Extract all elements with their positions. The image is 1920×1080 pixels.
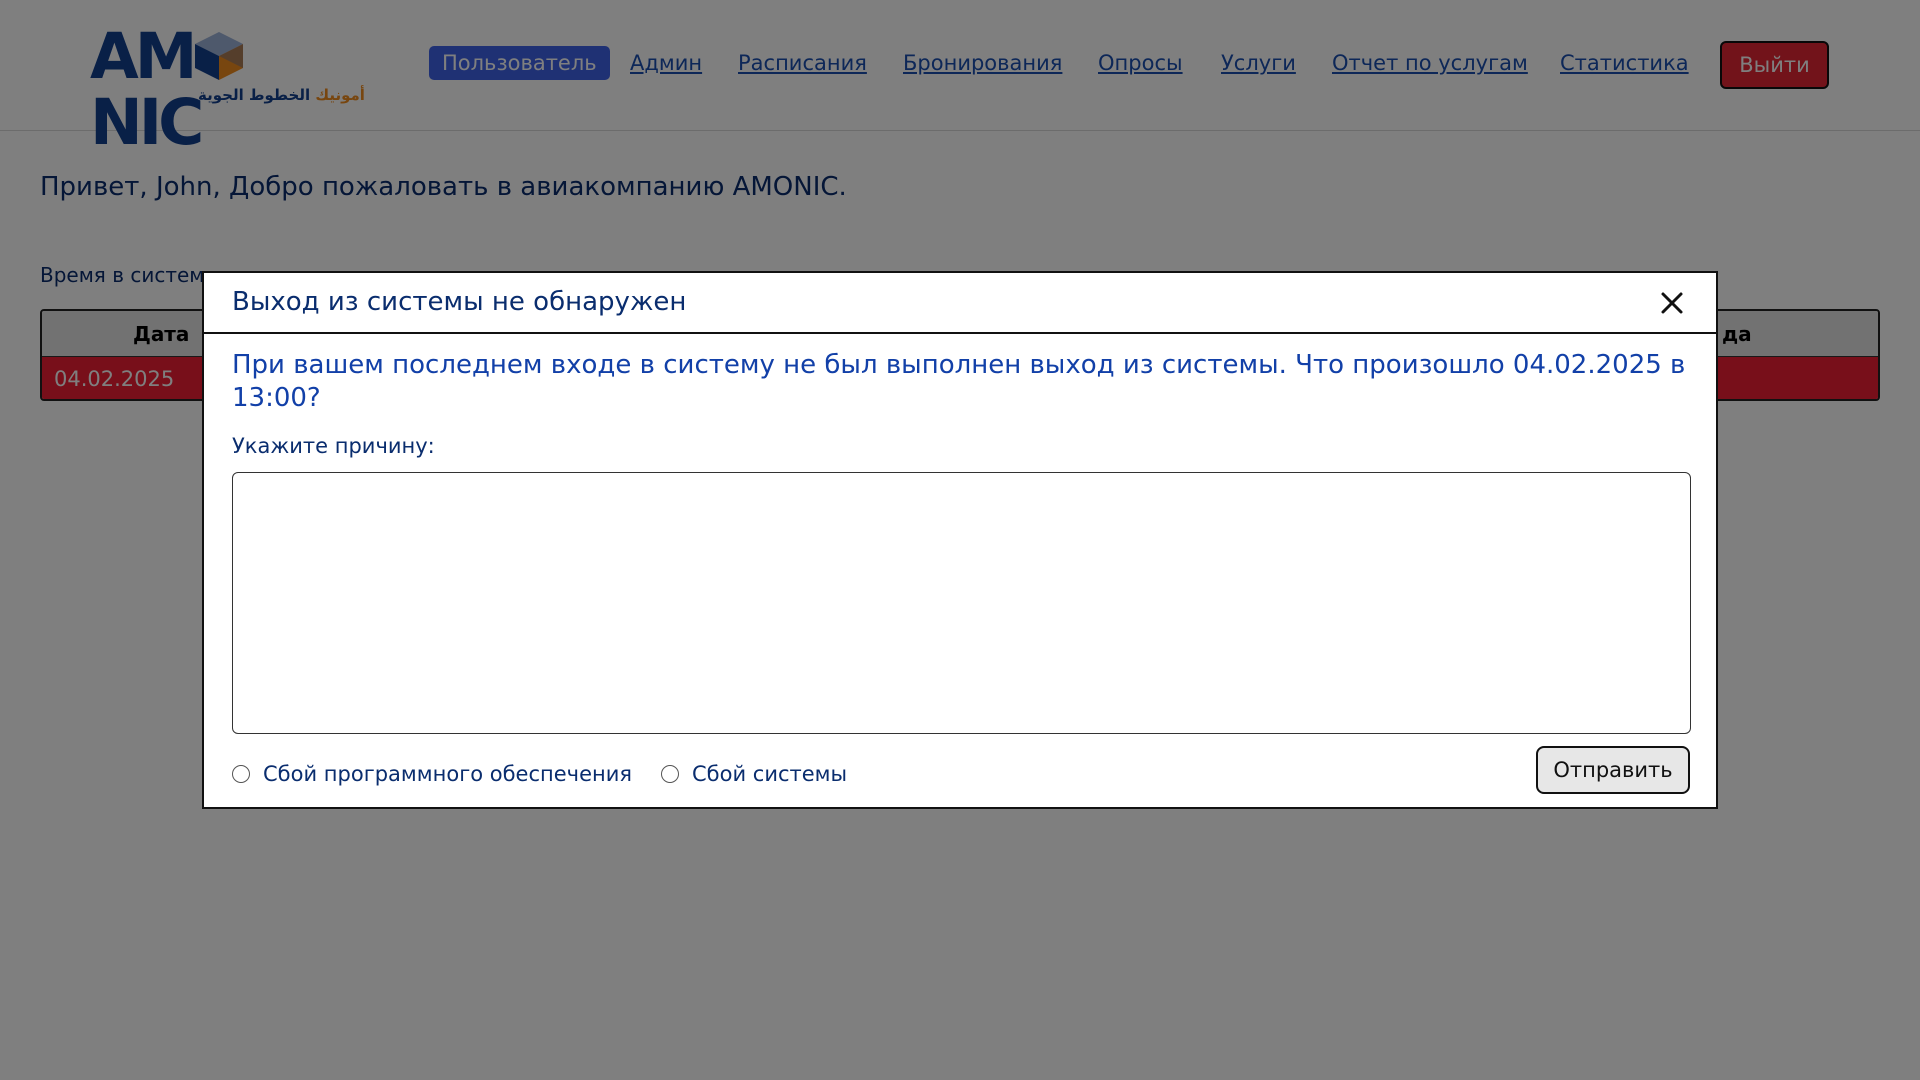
submit-button[interactable]: Отправить [1536, 746, 1690, 794]
modal-header: Выход из системы не обнаружен [204, 273, 1716, 334]
radio-label-software-failure: Сбой программного обеспечения [263, 762, 632, 786]
modal-title: Выход из системы не обнаружен [232, 287, 687, 317]
radio-software-failure[interactable] [232, 765, 250, 783]
close-icon[interactable] [1658, 289, 1686, 317]
option-software-failure[interactable]: Сбой программного обеспечения [232, 759, 632, 789]
logout-not-detected-dialog: Выход из системы не обнаружен При вашем … [202, 271, 1718, 809]
reason-textarea[interactable] [232, 472, 1691, 734]
radio-label-system-failure: Сбой системы [692, 762, 848, 786]
radio-system-failure[interactable] [661, 765, 679, 783]
option-system-failure[interactable]: Сбой системы [661, 759, 847, 789]
reason-label: Укажите причину: [232, 434, 435, 458]
modal-message: При вашем последнем входе в систему не б… [232, 350, 1686, 413]
